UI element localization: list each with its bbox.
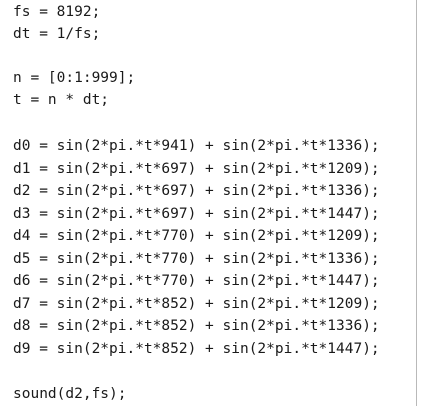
code-line-16[interactable]: d9 = sin(2*pi.*t*852) + sin(2*pi.*t*1447… (13, 338, 380, 360)
code-line-5[interactable]: t = n * dt; (13, 89, 109, 111)
code-line-14[interactable]: d7 = sin(2*pi.*t*852) + sin(2*pi.*t*1209… (13, 293, 380, 315)
code-line-4[interactable]: n = [0:1:999]; (13, 67, 135, 89)
code-editor[interactable]: fs = 8192; dt = 1/fs; n = [0:1:999]; t =… (0, 0, 421, 406)
code-line-15[interactable]: d8 = sin(2*pi.*t*852) + sin(2*pi.*t*1336… (13, 315, 380, 337)
code-line-7[interactable]: d0 = sin(2*pi.*t*941) + sin(2*pi.*t*1336… (13, 135, 380, 157)
code-line-10[interactable]: d3 = sin(2*pi.*t*697) + sin(2*pi.*t*1447… (13, 203, 380, 225)
code-line-11[interactable]: d4 = sin(2*pi.*t*770) + sin(2*pi.*t*1209… (13, 225, 380, 247)
code-line-18[interactable]: sound(d2,fs); (13, 383, 127, 405)
code-line-8[interactable]: d1 = sin(2*pi.*t*697) + sin(2*pi.*t*1209… (13, 158, 380, 180)
code-line-12[interactable]: d5 = sin(2*pi.*t*770) + sin(2*pi.*t*1336… (13, 248, 380, 270)
code-line-13[interactable]: d6 = sin(2*pi.*t*770) + sin(2*pi.*t*1447… (13, 270, 380, 292)
code-line-9[interactable]: d2 = sin(2*pi.*t*697) + sin(2*pi.*t*1336… (13, 180, 380, 202)
code-line-1[interactable]: fs = 8192; (13, 1, 100, 23)
editor-border (416, 0, 417, 406)
code-line-2[interactable]: dt = 1/fs; (13, 23, 100, 45)
